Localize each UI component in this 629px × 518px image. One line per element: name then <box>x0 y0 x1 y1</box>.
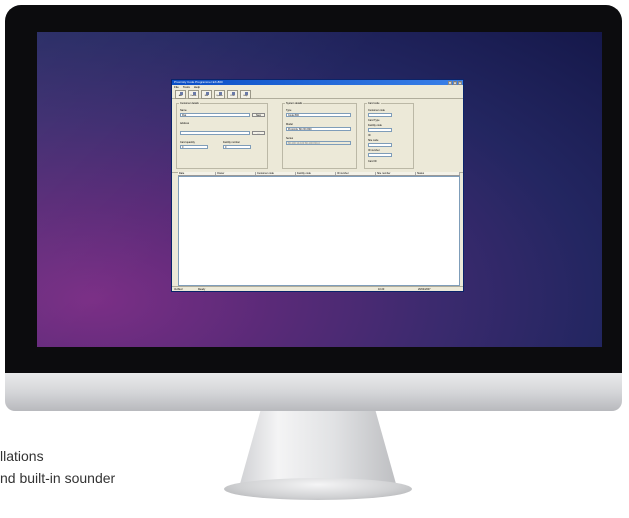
menu-tools[interactable]: Tools <box>183 85 190 89</box>
card-field-label-5: Site code <box>368 139 379 142</box>
menu-help[interactable]: Help <box>194 85 200 89</box>
caption-line-2: nd built-in sounder <box>0 470 116 486</box>
status-middle: Ready <box>198 287 206 291</box>
status-left: Verified <box>174 287 183 291</box>
customer-name-field[interactable]: Flat <box>180 113 250 117</box>
window-controls: _ □ X <box>448 80 463 85</box>
column-header-facility-code[interactable]: Facility code <box>296 172 336 175</box>
menu-file[interactable]: File <box>174 85 179 89</box>
app-window: Proximity Code Programmer EX-800 _ □ X F… <box>171 79 464 292</box>
customer-new-button[interactable]: New <box>252 113 265 117</box>
card-field-1[interactable] <box>368 113 392 117</box>
card-field-5[interactable] <box>368 143 392 147</box>
system-series-field: 80-100 10-100 80-100 800-0 <box>286 141 351 145</box>
toolbar-edit-button[interactable]: Edit <box>201 90 212 99</box>
customer-name-label: Name <box>180 109 187 112</box>
toolbar-update-button[interactable]: Update <box>214 90 225 99</box>
card-code-group-label: Card code <box>367 102 381 105</box>
card-field-label-6: ID number <box>368 149 380 152</box>
card-quantity-field[interactable]: 0 <box>180 145 208 149</box>
close-button[interactable]: X <box>458 80 462 85</box>
system-series-label: Series <box>286 137 294 140</box>
records-table-body[interactable] <box>178 176 460 286</box>
system-group-label: System details <box>285 102 304 105</box>
status-bar: Verified Ready 10:20 26/04/2007 <box>172 286 463 291</box>
facility-number-field[interactable]: 0 <box>223 145 251 149</box>
toolbar-print-button[interactable]: Print <box>227 90 238 99</box>
card-field-label-7: Card ID <box>368 160 377 163</box>
customer-address-label: Address <box>180 122 190 125</box>
status-date: 26/04/2007 <box>418 287 431 291</box>
column-header-owner[interactable]: Owner <box>216 172 256 175</box>
maximize-button[interactable]: □ <box>453 80 457 85</box>
form-area: Customer details Name Flat New Address .… <box>172 99 463 173</box>
toolbar-add-button[interactable]: Add <box>175 90 186 99</box>
column-header-status[interactable]: Status <box>416 172 460 175</box>
toolbar: Add Delete Edit Update Print Help <box>172 89 463 99</box>
system-type-label: Type <box>286 109 292 112</box>
customer-details-group: Customer details Name Flat New Address .… <box>176 102 268 169</box>
minimize-button[interactable]: _ <box>448 80 452 85</box>
card-field-label-2: Card Type <box>368 119 380 122</box>
card-quantity-label: Card quantity <box>180 141 195 144</box>
column-header-id-number[interactable]: ID number <box>336 172 376 175</box>
toolbar-delete-button[interactable]: Delete <box>188 90 199 99</box>
screenshot-stage: llations nd built-in sounder Proximity C… <box>0 0 629 518</box>
card-code-group: Card code Customer code Card Type Facili… <box>364 102 414 169</box>
card-field-label-1: Customer code <box>368 109 385 112</box>
card-field-6[interactable] <box>368 153 392 157</box>
card-field-label-4: ID <box>368 134 371 137</box>
status-time: 10:20 <box>378 287 385 291</box>
caption-line-1: llations <box>0 448 44 464</box>
column-header-site-number[interactable]: Site number <box>376 172 416 175</box>
card-field-label-3: Facility code <box>368 124 382 127</box>
system-type-select[interactable]: Code 800 <box>286 113 351 117</box>
customer-address-browse-button[interactable]: ... <box>252 131 265 135</box>
monitor-stand-base <box>224 478 412 500</box>
customer-group-label: Customer details <box>179 102 200 105</box>
column-header-customer-code[interactable]: Customer code <box>256 172 296 175</box>
customer-address-field[interactable] <box>180 131 250 135</box>
column-header-date[interactable]: Date <box>178 172 216 175</box>
card-field-3[interactable] <box>368 128 392 132</box>
facility-number-label: Facility number <box>223 141 240 144</box>
monitor-chin <box>5 373 622 411</box>
system-model-label: Model <box>286 123 293 126</box>
system-details-group: System details Type Code 800 Model Proxi… <box>282 102 357 169</box>
toolbar-help-button[interactable]: Help <box>240 90 251 99</box>
system-model-select[interactable]: Proximity 80 (ID) 800 <box>286 127 351 131</box>
